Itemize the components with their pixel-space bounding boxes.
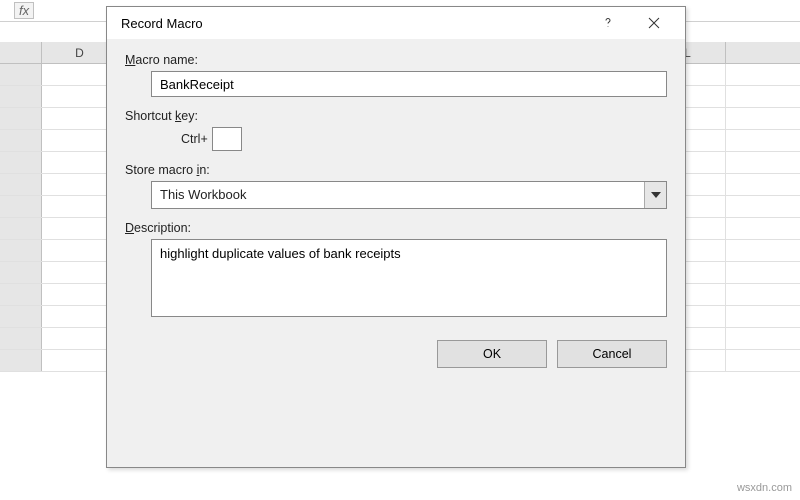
macro-name-label: Macro name:: [125, 53, 667, 67]
dialog-buttons: OK Cancel: [107, 330, 685, 382]
help-icon: [602, 17, 614, 29]
chevron-down-icon: [644, 182, 666, 208]
store-macro-value: This Workbook: [151, 181, 667, 209]
macro-name-input[interactable]: [151, 71, 667, 97]
close-button[interactable]: [631, 8, 677, 38]
help-button[interactable]: [585, 8, 631, 38]
description-label: Description:: [125, 221, 667, 235]
record-macro-dialog: Record Macro Macro name: Shortcut key: C…: [106, 6, 686, 468]
fx-label: fx: [14, 2, 34, 19]
shortcut-key-label: Shortcut key:: [125, 109, 667, 123]
ctrl-label: Ctrl+: [181, 132, 208, 146]
dialog-content: Macro name: Shortcut key: Ctrl+ Store ma…: [107, 39, 685, 330]
store-macro-label: Store macro in:: [125, 163, 667, 177]
dialog-titlebar[interactable]: Record Macro: [107, 7, 685, 39]
col-header-blank[interactable]: [0, 42, 42, 63]
cancel-button[interactable]: Cancel: [557, 340, 667, 368]
store-macro-select[interactable]: This Workbook: [151, 181, 667, 209]
shortcut-key-input[interactable]: [212, 127, 242, 151]
watermark: wsxdn.com: [737, 482, 792, 494]
description-input[interactable]: [151, 239, 667, 317]
ok-button[interactable]: OK: [437, 340, 547, 368]
dialog-title: Record Macro: [121, 16, 585, 31]
shortcut-row: Ctrl+: [181, 127, 667, 151]
close-icon: [648, 17, 660, 29]
